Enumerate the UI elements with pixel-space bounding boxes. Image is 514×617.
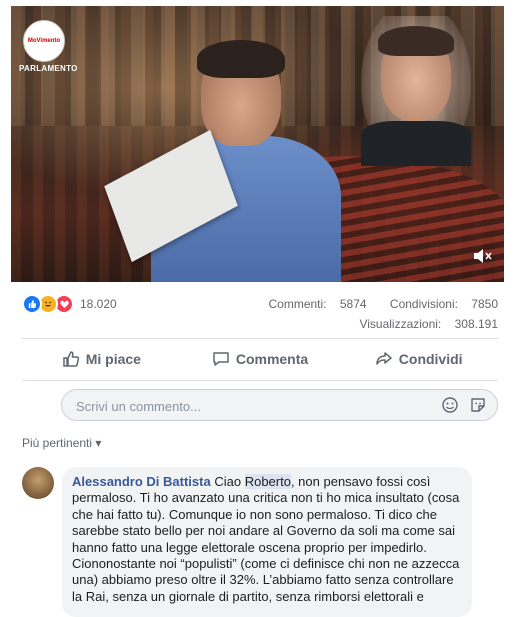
sticker-icon[interactable] [469, 396, 487, 419]
comment-icon [213, 352, 229, 366]
views-count: Visualizzazioni: 308.191 [359, 317, 498, 331]
video-player[interactable]: MoVimento PARLAMENTO [11, 6, 504, 282]
post-actions: Mi piace Commenta Condividi [22, 344, 498, 374]
reaction-count: 18.020 [80, 297, 117, 311]
thumbs-up-icon [62, 351, 79, 367]
post-stats: Commenti: 5874 Condivisioni: 7850 Visual… [249, 294, 499, 334]
shares-count[interactable]: Condivisioni: 7850 [380, 297, 498, 311]
comment-input[interactable] [74, 390, 438, 422]
reactions-summary[interactable]: 18.020 [22, 294, 117, 314]
comment-bubble: Alessandro Di Battista Ciao Roberto, non… [62, 467, 472, 617]
emoji-icon[interactable] [441, 396, 459, 419]
speaker-muted-icon[interactable] [472, 247, 492, 270]
share-button[interactable]: Condividi [339, 344, 498, 374]
movimento-logo: MoVimento [23, 20, 65, 62]
comment-button[interactable]: Commenta [181, 344, 340, 374]
comment-greeting: Ciao [214, 474, 242, 489]
like-icon [22, 294, 42, 314]
caret-down-icon: ▾ [95, 436, 102, 450]
divider [22, 338, 498, 339]
comments-count[interactable]: Commenti: 5874 [259, 297, 367, 311]
divider [22, 380, 498, 381]
inset-portrait [361, 16, 471, 166]
comment-text: , non pensavo fossi così permaloso. Ti h… [72, 474, 460, 604]
avatar[interactable] [22, 467, 54, 499]
comment-author-link[interactable]: Alessandro Di Battista [72, 474, 211, 489]
share-icon [376, 352, 392, 365]
mention-link[interactable]: Roberto [244, 474, 291, 489]
comment-sort-dropdown[interactable]: Più pertinenti ▾ [22, 436, 101, 450]
comment-input-box[interactable] [61, 389, 498, 422]
logo-caption: PARLAMENTO [19, 64, 78, 73]
like-button[interactable]: Mi piace [22, 344, 181, 374]
